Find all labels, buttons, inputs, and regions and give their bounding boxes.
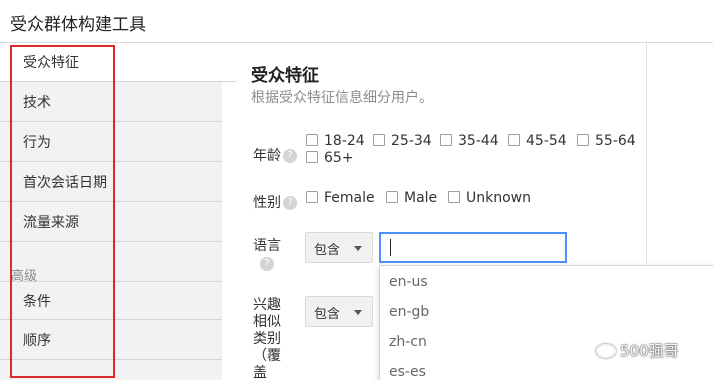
- sidebar-item-label: 行为: [23, 135, 51, 151]
- sidebar-item-traffic-sources[interactable]: 流量来源: [0, 203, 222, 242]
- age-option-25-34[interactable]: 25-34: [373, 133, 432, 149]
- sidebar-item-label: 条件: [23, 294, 51, 310]
- checkbox[interactable]: [508, 134, 520, 146]
- sidebar-item-label: 首次会话日期: [23, 175, 107, 191]
- age-option-65-plus[interactable]: 65+: [306, 150, 354, 166]
- help-icon[interactable]: ?: [283, 149, 297, 163]
- gender-option-unknown[interactable]: Unknown: [448, 190, 531, 206]
- chat-icon: [596, 344, 616, 358]
- checkbox[interactable]: [306, 191, 318, 203]
- suggestion-item[interactable]: en-us: [389, 274, 428, 290]
- gender-label: 性别?: [253, 192, 297, 212]
- watermark-text: 500强哥: [620, 342, 679, 360]
- interest-label-line: 类别: [253, 331, 281, 347]
- checkbox[interactable]: [306, 151, 318, 163]
- main-panel: 受众特征 根据受众特征信息细分用户。 年龄? 18-24 25-34 35-44…: [236, 43, 713, 380]
- text-cursor: [390, 239, 391, 256]
- checkbox[interactable]: [577, 134, 589, 146]
- chevron-down-icon: [354, 246, 362, 251]
- age-option-55-64[interactable]: 55-64: [577, 133, 636, 149]
- sidebar-item-sequences[interactable]: 顺序: [0, 321, 222, 360]
- interest-label-line: 兴趣: [253, 297, 281, 313]
- language-operator-select[interactable]: 包含: [305, 232, 373, 263]
- section-heading: 受众特征: [251, 66, 319, 86]
- sidebar-item-label: 技术: [23, 95, 51, 111]
- window-title: 受众群体构建工具: [10, 15, 146, 35]
- suggestion-item[interactable]: es-es: [389, 364, 426, 380]
- checkbox[interactable]: [373, 134, 385, 146]
- checkbox[interactable]: [306, 134, 318, 146]
- sidebar-item-demographics[interactable]: 受众特征: [0, 43, 237, 82]
- language-input[interactable]: [379, 232, 567, 263]
- gender-label-text: 性别: [253, 195, 281, 211]
- checkbox-label: 45-54: [526, 133, 567, 149]
- sidebar: 受众特征 技术 行为 首次会话日期 流量来源 高级 条件 顺序: [0, 43, 237, 380]
- watermark: 500强哥: [596, 340, 679, 361]
- sidebar-item-label: 受众特征: [23, 55, 79, 71]
- interest-operator-select[interactable]: 包含: [305, 296, 373, 327]
- age-label-text: 年龄: [253, 148, 281, 164]
- age-option-18-24[interactable]: 18-24: [306, 133, 365, 149]
- checkbox-label: Female: [324, 190, 375, 206]
- interest-label-line: 相似: [253, 314, 281, 330]
- section-subtitle: 根据受众特征信息细分用户。: [251, 90, 433, 106]
- sidebar-item-behavior[interactable]: 行为: [0, 123, 222, 162]
- language-label: 语言: [253, 238, 281, 254]
- help-icon[interactable]: ?: [283, 196, 297, 210]
- checkbox-label: 55-64: [595, 133, 636, 149]
- sidebar-item-conditions[interactable]: 条件: [0, 281, 222, 320]
- gender-option-female[interactable]: Female: [306, 190, 375, 206]
- age-label: 年龄?: [253, 145, 297, 165]
- sidebar-item-label: 流量来源: [23, 215, 79, 231]
- checkbox-label: 25-34: [391, 133, 432, 149]
- checkbox-label: 35-44: [458, 133, 499, 149]
- checkbox[interactable]: [440, 134, 452, 146]
- chevron-down-icon: [354, 310, 362, 315]
- sidebar-item-technology[interactable]: 技术: [0, 83, 222, 122]
- interest-label: 兴趣 相似 类别 （覆 盖: [253, 297, 281, 380]
- checkbox[interactable]: [448, 191, 460, 203]
- interest-label-line: 盖: [253, 365, 267, 380]
- suggestion-item[interactable]: zh-cn: [389, 334, 427, 350]
- select-value: 包含: [314, 243, 341, 258]
- sidebar-item-label: 顺序: [23, 333, 51, 349]
- checkbox[interactable]: [386, 191, 398, 203]
- select-value: 包含: [314, 307, 341, 322]
- help-icon[interactable]: ?: [260, 257, 274, 271]
- language-suggestions: en-us en-gb zh-cn es-es: [379, 265, 713, 380]
- suggestion-item[interactable]: en-gb: [389, 304, 429, 320]
- checkbox-label: Male: [404, 190, 438, 206]
- checkbox-label: 65+: [324, 150, 354, 166]
- gender-option-male[interactable]: Male: [386, 190, 437, 206]
- checkbox-label: Unknown: [466, 190, 531, 206]
- age-option-45-54[interactable]: 45-54: [508, 133, 567, 149]
- title-bar: 受众群体构建工具: [0, 0, 713, 43]
- sidebar-item-first-session-date[interactable]: 首次会话日期: [0, 163, 222, 202]
- interest-label-line: （覆: [253, 348, 281, 364]
- age-option-35-44[interactable]: 35-44: [440, 133, 499, 149]
- checkbox-label: 18-24: [324, 133, 365, 149]
